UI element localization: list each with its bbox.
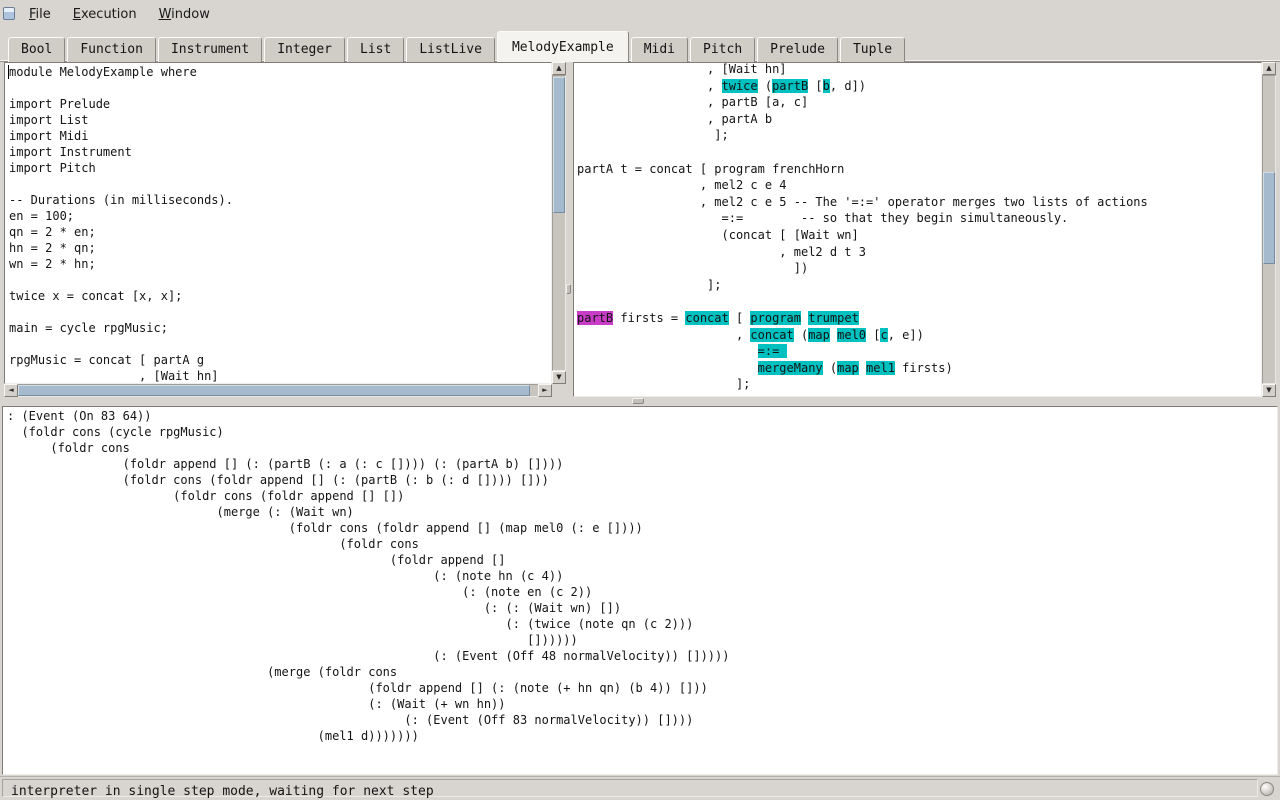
scroll-up-button[interactable]: ▲: [1262, 62, 1276, 75]
arrow-down-icon: ▼: [556, 373, 561, 381]
menubar-items: FileExecutionWindow: [18, 0, 221, 29]
code-line: , [Wait hn]: [577, 62, 1261, 78]
highlight-cyan: map: [808, 328, 830, 342]
scrollbar-thumb[interactable]: [18, 385, 530, 396]
highlight-cyan: mel0: [837, 328, 866, 342]
menu-file[interactable]: File: [18, 0, 62, 29]
code-line: , mel2 c e 4: [577, 177, 1261, 194]
source-code-left: module MelodyExample where import Prelud…: [5, 63, 551, 384]
arrow-up-icon: ▲: [556, 64, 561, 72]
highlight-cyan: mergeMany: [758, 361, 823, 375]
code-line: partA t = concat [ program frenchHorn: [577, 161, 1261, 178]
highlight-cyan: concat: [685, 311, 728, 325]
highlight-cyan: mel1: [866, 361, 895, 375]
highlight-cyan: twice: [722, 79, 758, 93]
code-line: (concat [ [Wait wn]: [577, 227, 1261, 244]
module-tab-bar: BoolFunctionInstrumentIntegerListListLiv…: [0, 30, 1280, 62]
code-line: , mel2 d t 3: [577, 244, 1261, 261]
code-line: , concat (map mel0 [c, e]): [577, 327, 1261, 344]
code-line: , twice (partB [b, d]): [577, 78, 1261, 95]
source-editor-right[interactable]: , [Wait hn] , twice (partB [b, d]) , par…: [573, 62, 1262, 397]
tab-listlive[interactable]: ListLive: [406, 37, 495, 62]
statusbar: interpreter in single step mode, waiting…: [0, 776, 1280, 800]
scroll-down-button[interactable]: ▼: [552, 371, 566, 384]
splitter-handle[interactable]: [632, 398, 644, 404]
menu-window[interactable]: Window: [148, 0, 221, 29]
source-code-right: , [Wait hn] , twice (partB [b, d]) , par…: [574, 62, 1261, 393]
tab-melodyexample[interactable]: MelodyExample: [497, 31, 629, 62]
code-line: =:=: [577, 343, 1261, 360]
highlight-cyan: b: [823, 79, 830, 93]
menu-execution[interactable]: Execution: [62, 0, 148, 29]
code-line: mergeMany (map mel1 firsts): [577, 360, 1261, 377]
tab-midi[interactable]: Midi: [631, 37, 688, 62]
tab-pitch[interactable]: Pitch: [690, 37, 755, 62]
splitter-handle[interactable]: [566, 284, 571, 294]
code-line: [577, 293, 1261, 310]
left-horizontal-scrollbar[interactable]: ◄ ►: [4, 384, 552, 397]
app-window-icon: [3, 7, 15, 20]
highlight-magenta: partB: [577, 311, 613, 325]
highlight-cyan: =:=: [758, 344, 787, 358]
tab-prelude[interactable]: Prelude: [757, 37, 838, 62]
evaluation-trace-text: : (Event (On 83 64)) (foldr cons (cycle …: [3, 407, 1277, 744]
code-line: , partB [a, c]: [577, 94, 1261, 111]
code-line: ];: [577, 277, 1261, 294]
code-line: ];: [577, 127, 1261, 144]
tab-tuple[interactable]: Tuple: [840, 37, 905, 62]
arrow-left-icon: ◄: [8, 386, 13, 394]
arrow-right-icon: ►: [542, 386, 547, 394]
highlight-cyan: c: [880, 328, 887, 342]
arrow-up-icon: ▲: [1266, 64, 1271, 72]
pane-splitter-vertical[interactable]: [565, 62, 573, 397]
code-line: partB firsts = concat [ program trumpet: [577, 310, 1261, 327]
tab-bool[interactable]: Bool: [8, 37, 65, 62]
tab-function[interactable]: Function: [67, 37, 156, 62]
pane-splitter-horizontal[interactable]: [0, 397, 1280, 406]
status-message: interpreter in single step mode, waiting…: [11, 784, 434, 799]
code-line: =:= -- so that they begin simultaneously…: [577, 210, 1261, 227]
code-line: ];: [577, 376, 1261, 393]
code-line: , partA b: [577, 111, 1261, 128]
tab-instrument[interactable]: Instrument: [158, 37, 262, 62]
tab-list[interactable]: List: [347, 37, 404, 62]
scrollbar-thumb[interactable]: [553, 77, 565, 213]
scroll-down-button[interactable]: ▼: [1262, 384, 1276, 397]
scroll-up-button[interactable]: ▲: [552, 62, 566, 75]
arrow-down-icon: ▼: [1266, 386, 1271, 394]
statusbar-frame: interpreter in single step mode, waiting…: [2, 779, 1258, 797]
highlight-cyan: concat: [750, 328, 793, 342]
menubar: FileExecutionWindow: [0, 0, 1280, 29]
scrollbar-thumb[interactable]: [1263, 172, 1275, 264]
code-line: , mel2 c e 5 -- The '=:=' operator merge…: [577, 194, 1261, 211]
text-caret: [8, 65, 9, 79]
left-vertical-scrollbar[interactable]: ▲ ▼: [552, 62, 566, 384]
resize-grip[interactable]: [1260, 782, 1274, 796]
highlight-cyan: trumpet: [808, 311, 859, 325]
highlight-cyan: partB: [772, 79, 808, 93]
code-line: [577, 144, 1261, 161]
code-line: ]): [577, 260, 1261, 277]
highlight-cyan: map: [837, 361, 859, 375]
scroll-right-button[interactable]: ►: [538, 384, 552, 397]
highlight-cyan: program: [750, 311, 801, 325]
right-vertical-scrollbar[interactable]: ▲ ▼: [1262, 62, 1276, 397]
scroll-left-button[interactable]: ◄: [4, 384, 18, 397]
tab-integer[interactable]: Integer: [264, 37, 345, 62]
evaluation-trace-pane[interactable]: : (Event (On 83 64)) (foldr cons (cycle …: [2, 406, 1278, 775]
source-editor-left[interactable]: module MelodyExample where import Prelud…: [4, 62, 552, 384]
